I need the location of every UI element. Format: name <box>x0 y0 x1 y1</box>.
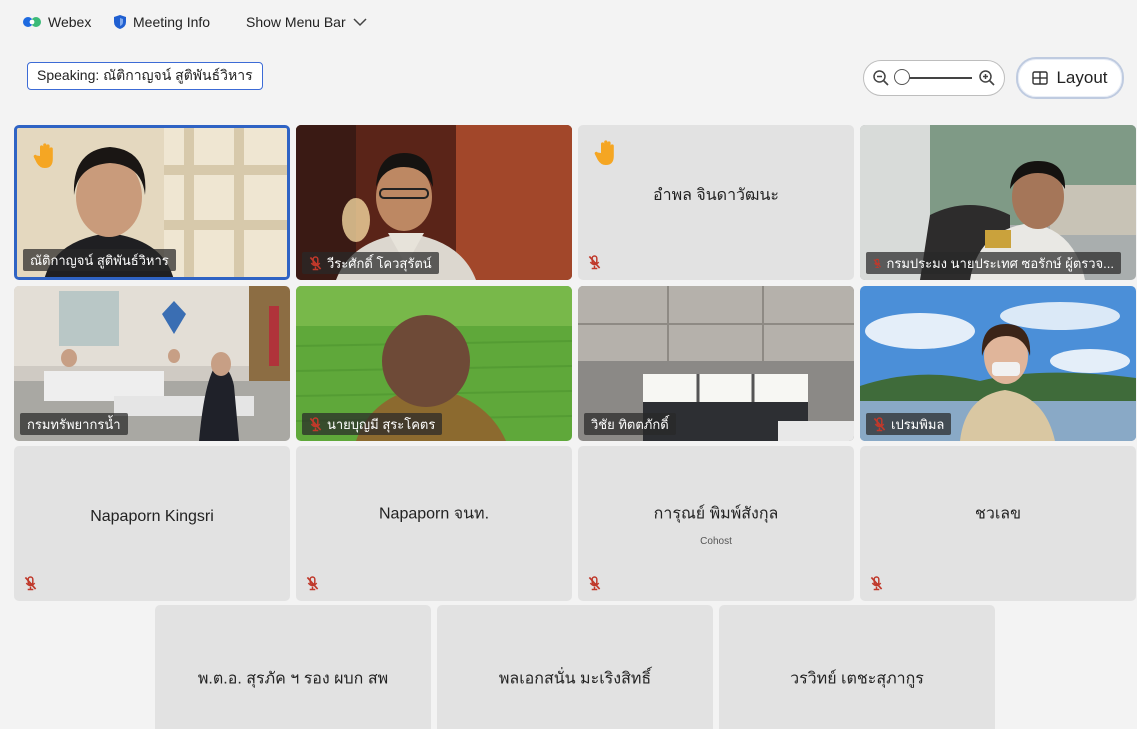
participant-name-tag: กรมประมง นายประเทศ ซอรักษ์ ผู้ตรวจ... <box>866 252 1121 274</box>
grid-layout-icon <box>1032 71 1049 85</box>
participant-name-tag: เปรมพิมล <box>866 413 952 435</box>
microphone-muted-icon <box>309 256 322 271</box>
microphone-muted-icon <box>870 576 883 591</box>
chevron-down-icon <box>353 18 367 27</box>
microphone-muted-icon <box>309 417 322 432</box>
raised-hand-icon <box>594 139 618 167</box>
participant-tile[interactable]: กรมประมง นายประเทศ ซอรักษ์ ผู้ตรวจ... <box>860 125 1136 280</box>
layout-label: Layout <box>1056 68 1108 87</box>
participant-name: พ.ต.อ. สุรภัค ฯ รอง ผบก สพ <box>197 670 389 688</box>
app-name: Webex <box>48 14 92 30</box>
speaking-label: Speaking: ณัติกาญจน์ สูติพันธ์วิหาร <box>37 67 253 83</box>
show-menu-bar-button[interactable]: Show Menu Bar <box>246 14 368 30</box>
microphone-muted-icon <box>588 255 601 270</box>
participant-name-tag: นายบุญมี สุระโคตร <box>302 413 443 435</box>
participant-role: Cohost <box>700 536 732 547</box>
zoom-out-icon[interactable] <box>872 69 890 87</box>
participant-tile[interactable]: เปรมพิมล <box>860 286 1136 441</box>
participant-name: นายบุญมี สุระโคตร <box>327 416 436 432</box>
participant-name: Napaporn Kingsri <box>90 507 214 525</box>
zoom-track[interactable] <box>894 69 972 85</box>
participant-name: กรมประมง นายประเทศ ซอรักษ์ ผู้ตรวจ... <box>886 255 1114 271</box>
participant-name: อำพล จินดาวัฒนะ <box>652 186 780 204</box>
meeting-info-button[interactable]: Meeting Info <box>113 14 210 30</box>
show-menu-bar-label: Show Menu Bar <box>246 14 346 30</box>
participant-name-tag: ณัติกาญจน์ สูติพันธ์วิหาร <box>23 249 176 271</box>
participant-name-tag: วีระศักดิ์ โควสุรัตน์ <box>302 252 439 274</box>
zoom-slider-control[interactable] <box>863 60 1005 96</box>
participant-tile[interactable]: การุณย์ พิมพ์สังกุล Cohost <box>578 446 854 601</box>
participant-tile[interactable]: Napaporn Kingsri <box>14 446 290 601</box>
participant-name: Napaporn จนท. <box>378 505 490 522</box>
participant-name: วิชัย ทิตตภักดิ์ <box>591 416 669 432</box>
microphone-muted-icon <box>873 256 881 271</box>
participant-name-tag: กรมทรัพยากรน้ำ <box>20 413 128 435</box>
participant-tile[interactable]: อำพล จินดาวัฒนะ <box>578 125 854 280</box>
participant-name: พลเอกสนั่น มะเริงสิทธิ์ <box>498 670 652 688</box>
participant-name: เปรมพิมล <box>891 416 945 432</box>
participant-name: วีระศักดิ์ โควสุรัตน์ <box>327 255 432 271</box>
participant-tile[interactable]: Napaporn จนท. <box>296 446 572 601</box>
webex-logo-icon <box>23 17 41 27</box>
participant-name: ณัติกาญจน์ สูติพันธ์วิหาร <box>30 252 169 268</box>
participant-tile[interactable]: วีระศักดิ์ โควสุรัตน์ <box>296 125 572 280</box>
participant-name: วรวิทย์ เตชะสุภากูร <box>790 670 924 688</box>
participant-name: กรมทรัพยากรน้ำ <box>27 416 121 432</box>
participant-tile[interactable]: วรวิทย์ เตชะสุภากูร <box>719 605 995 729</box>
webex-app[interactable]: Webex <box>22 14 91 30</box>
layout-button[interactable]: Layout <box>1016 57 1124 99</box>
active-speaker-indicator: Speaking: ณัติกาญจน์ สูติพันธ์วิหาร <box>27 62 263 90</box>
participant-tile[interactable]: ชวเลข <box>860 446 1136 601</box>
participant-tile[interactable]: กรมทรัพยากรน้ำ <box>14 286 290 441</box>
participant-tile[interactable]: พ.ต.อ. สุรภัค ฯ รอง ผบก สพ <box>155 605 431 729</box>
participant-tile[interactable]: วิชัย ทิตตภักดิ์ <box>578 286 854 441</box>
participant-name-tag: วิชัย ทิตตภักดิ์ <box>584 413 676 435</box>
raised-hand-icon <box>33 142 57 170</box>
microphone-muted-icon <box>306 576 319 591</box>
meeting-info-label: Meeting Info <box>133 14 211 30</box>
participant-tile[interactable]: ณัติกาญจน์ สูติพันธ์วิหาร <box>14 125 290 280</box>
zoom-in-icon[interactable] <box>978 69 996 87</box>
participant-tile[interactable]: พลเอกสนั่น มะเริงสิทธิ์ <box>437 605 713 729</box>
participant-tile[interactable]: นายบุญมี สุระโคตร <box>296 286 572 441</box>
shield-icon <box>114 15 126 29</box>
participant-name: ชวเลข <box>974 505 1022 522</box>
participant-name: การุณย์ พิมพ์สังกุล <box>653 505 779 522</box>
microphone-muted-icon <box>24 576 37 591</box>
microphone-muted-icon <box>588 576 601 591</box>
zoom-slider-handle[interactable] <box>894 69 910 85</box>
microphone-muted-icon <box>873 417 886 432</box>
